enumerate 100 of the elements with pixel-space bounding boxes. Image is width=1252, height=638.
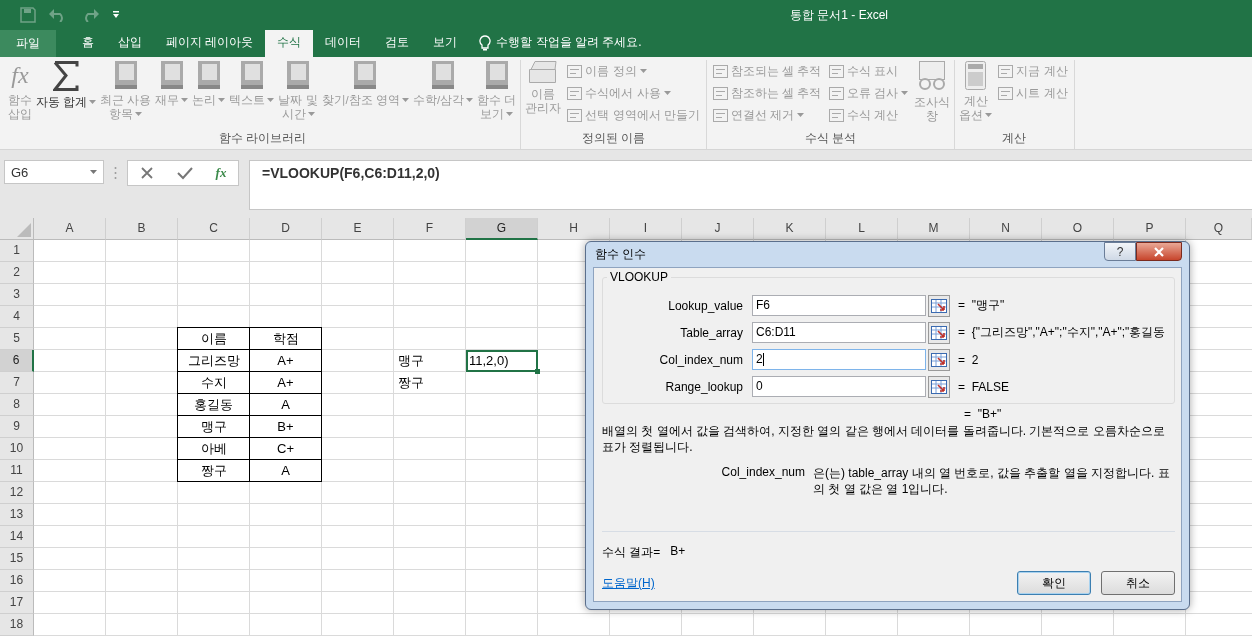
collapse-dialog-button[interactable] bbox=[928, 375, 950, 398]
ribbon-tab[interactable]: 데이터 bbox=[313, 28, 374, 57]
list-icon bbox=[712, 64, 728, 78]
tell-me-search[interactable]: 수행할 작업을 알려 주세요. bbox=[496, 34, 642, 51]
file-tab[interactable]: 파일 bbox=[0, 30, 56, 57]
argument-label: Range_lookup bbox=[664, 379, 744, 394]
ribbon-tab[interactable]: 홈 bbox=[70, 28, 106, 57]
row-header[interactable]: 3 bbox=[0, 284, 34, 306]
row-header[interactable]: 11 bbox=[0, 460, 34, 482]
book-icon bbox=[197, 61, 220, 89]
row-header[interactable]: 15 bbox=[0, 548, 34, 570]
close-icon bbox=[1153, 246, 1165, 257]
row-header[interactable]: 14 bbox=[0, 526, 34, 548]
column-header[interactable]: O bbox=[1042, 218, 1114, 240]
row-header[interactable]: 1 bbox=[0, 240, 34, 262]
dialog-button[interactable]: 취소 bbox=[1101, 571, 1175, 595]
argument-label: Lookup_value bbox=[667, 298, 744, 313]
column-header[interactable]: C bbox=[178, 218, 250, 240]
column-header[interactable]: K bbox=[754, 218, 826, 240]
row-header[interactable]: 6 bbox=[0, 350, 34, 372]
list-icon bbox=[998, 86, 1014, 100]
column-header[interactable]: I bbox=[610, 218, 682, 240]
formula-field[interactable]: =VLOOKUP(F6,C6:D11,2,0) bbox=[249, 160, 1252, 210]
argument-label: Col_index_num bbox=[658, 352, 744, 367]
list-icon bbox=[829, 108, 845, 122]
column-header[interactable]: N bbox=[970, 218, 1042, 240]
close-button[interactable] bbox=[1136, 242, 1182, 261]
row-header[interactable]: 2 bbox=[0, 262, 34, 284]
argument-field[interactable]: F6 bbox=[752, 295, 926, 316]
row-header[interactable]: 12 bbox=[0, 482, 34, 504]
cancel-icon[interactable] bbox=[139, 166, 154, 180]
list-icon bbox=[829, 64, 845, 78]
ribbon-tab[interactable]: 검토 bbox=[373, 28, 422, 57]
ribbon-tab[interactable]: 보기 bbox=[421, 28, 470, 57]
column-header[interactable]: Q bbox=[1186, 218, 1252, 240]
row-header[interactable]: 17 bbox=[0, 592, 34, 614]
column-header[interactable]: B bbox=[106, 218, 178, 240]
row-header[interactable]: 4 bbox=[0, 306, 34, 328]
column-header[interactable]: G bbox=[466, 218, 538, 240]
argument-result: = {"그리즈망","A+";"수지","A+";"홍길동 bbox=[958, 324, 1166, 341]
column-header[interactable]: F bbox=[394, 218, 466, 240]
customize-menu-icon[interactable] bbox=[112, 11, 120, 19]
row-header[interactable]: 8 bbox=[0, 394, 34, 416]
help-button[interactable]: ? bbox=[1104, 242, 1136, 261]
lightbulb-icon bbox=[479, 34, 492, 51]
list-icon bbox=[998, 64, 1014, 78]
help-link[interactable]: 도움말(H) bbox=[602, 574, 655, 592]
drag-handle-icon[interactable] bbox=[114, 166, 117, 180]
argument-help-label: Col_index_num bbox=[720, 465, 805, 481]
column-header[interactable]: L bbox=[826, 218, 898, 240]
name-box[interactable]: G6 bbox=[4, 160, 104, 184]
column-header[interactable]: M bbox=[898, 218, 970, 240]
row-header[interactable]: 18 bbox=[0, 614, 34, 636]
list-icon bbox=[567, 86, 583, 100]
insert-function-button[interactable]: fx bbox=[215, 165, 227, 181]
function-description: 배열의 첫 열에서 값을 검색하여, 지정한 열의 같은 행에서 데이터를 돌려줍니다. 기본적으로 오름차순으로 표가 정렬됩니다. bbox=[602, 423, 1166, 455]
glasses-icon bbox=[917, 61, 948, 91]
column-header[interactable]: P bbox=[1114, 218, 1186, 240]
argument-help-text: 은(는) table_array 내의 열 번호로, 값을 추출할 열을 지정합니다. 표의 첫 열 값은 열 1입니다. bbox=[813, 465, 1171, 497]
row-header[interactable]: 10 bbox=[0, 438, 34, 460]
enter-check-icon[interactable] bbox=[176, 166, 193, 180]
group-label: 함수 라이브러리 bbox=[217, 130, 307, 147]
column-header[interactable]: J bbox=[682, 218, 754, 240]
ribbon-tab[interactable]: 삽입 bbox=[106, 28, 154, 57]
row-header[interactable]: 13 bbox=[0, 504, 34, 526]
dialog-button[interactable]: 확인 bbox=[1017, 571, 1091, 595]
list-icon bbox=[567, 64, 583, 78]
column-header[interactable]: D bbox=[250, 218, 322, 240]
argument-result: = FALSE bbox=[958, 379, 1010, 394]
ribbon-tab[interactable]: 수식 bbox=[265, 28, 314, 57]
ribbon-button[interactable]: 자동 합계 bbox=[35, 60, 98, 128]
argument-field[interactable]: 2 bbox=[752, 349, 926, 370]
collapse-dialog-button[interactable] bbox=[928, 321, 950, 344]
argument-field[interactable]: 0 bbox=[752, 376, 926, 397]
row-header[interactable]: 16 bbox=[0, 570, 34, 592]
group-label: 정의된 이름 bbox=[580, 130, 647, 147]
cell-text: 짱구 bbox=[397, 374, 425, 392]
collapse-dialog-button[interactable] bbox=[928, 294, 950, 317]
dialog-title: 함수 인수 bbox=[595, 246, 647, 263]
argument-field[interactable]: C6:D11 bbox=[752, 322, 926, 343]
book-icon bbox=[240, 61, 263, 89]
active-cell: 11,2,0) bbox=[466, 350, 538, 372]
ribbon-tab[interactable]: 페이지 레이아웃 bbox=[154, 28, 266, 57]
function-result: = "B+" bbox=[964, 407, 1003, 421]
row-header[interactable]: 5 bbox=[0, 328, 34, 350]
column-header[interactable]: H bbox=[538, 218, 610, 240]
book-icon bbox=[287, 61, 309, 89]
formula-result-value: B+ bbox=[670, 544, 686, 560]
book-icon bbox=[114, 61, 137, 89]
row-header[interactable]: 7 bbox=[0, 372, 34, 394]
column-header[interactable]: A bbox=[34, 218, 106, 240]
collapse-dialog-button[interactable] bbox=[928, 348, 950, 371]
book-icon bbox=[432, 61, 455, 89]
row-header[interactable]: 9 bbox=[0, 416, 34, 438]
function-glyph: fx bbox=[11, 61, 29, 90]
column-header[interactable]: E bbox=[322, 218, 394, 240]
argument-label: Table_array bbox=[679, 325, 744, 340]
table-cell: A bbox=[249, 459, 322, 482]
list-icon bbox=[829, 86, 845, 100]
formula-result-label: 수식 결과= bbox=[602, 544, 661, 561]
